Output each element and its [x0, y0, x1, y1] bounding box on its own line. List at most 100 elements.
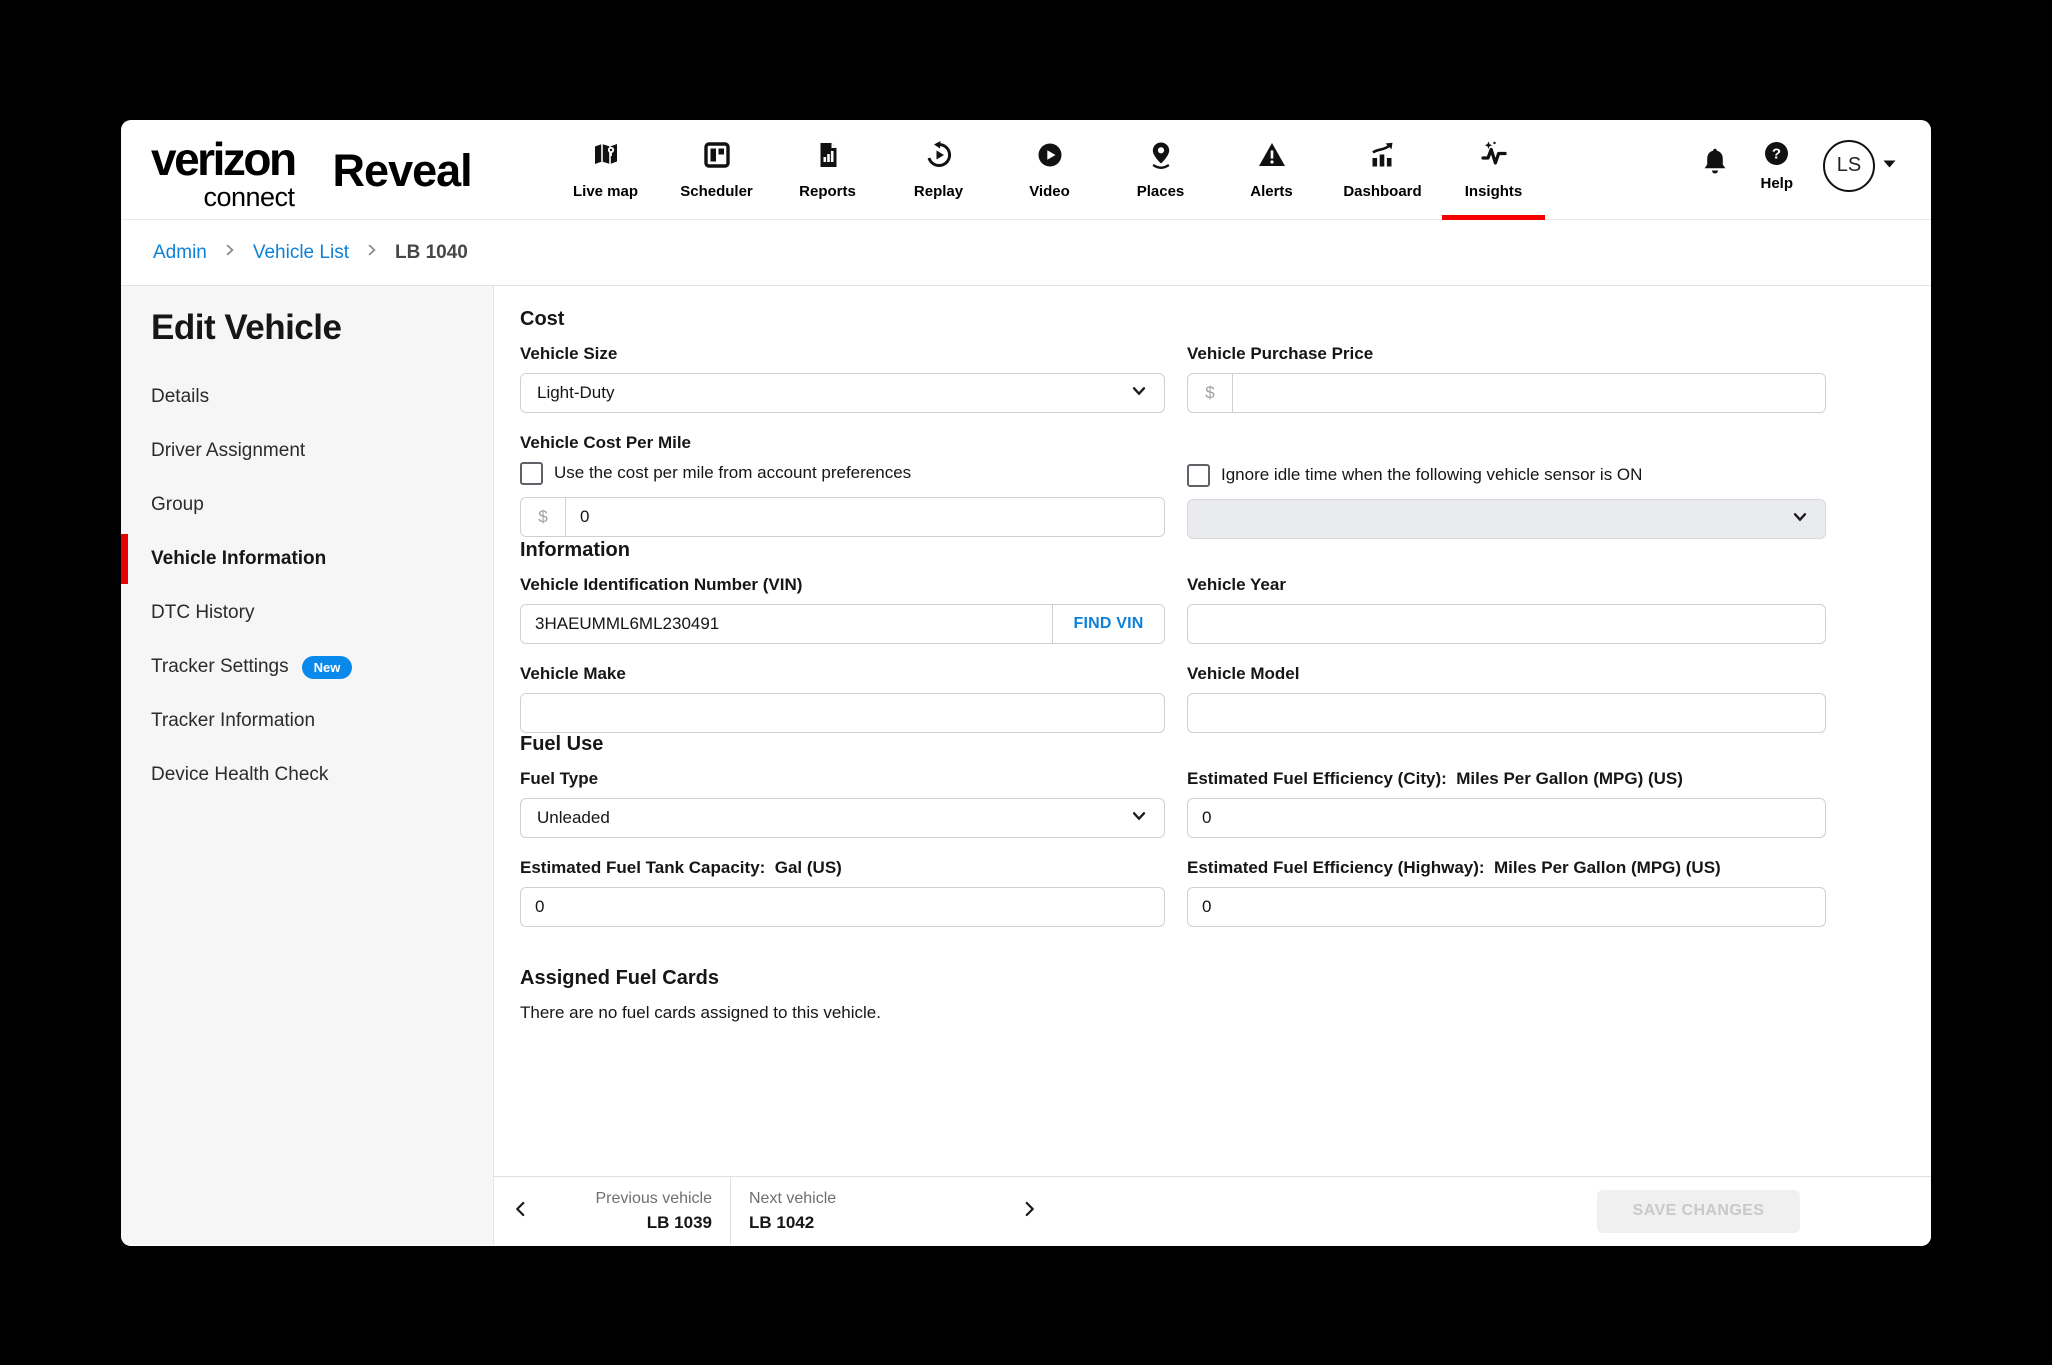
chevron-right-icon — [222, 242, 238, 263]
previous-vehicle-label: Previous vehicle — [596, 1190, 713, 1208]
next-vehicle-info[interactable]: Next vehicle LB 1042 — [731, 1177, 909, 1245]
nav-item-scheduler[interactable]: Scheduler — [661, 120, 772, 219]
sidebar-item-driver-assignment[interactable]: Driver Assignment — [121, 424, 493, 478]
idle-sensor-field: Ignore idle time when the following vehi… — [1187, 433, 1826, 539]
efficiency-highway-input[interactable] — [1187, 887, 1826, 927]
logo-connect-text: connect — [203, 184, 294, 211]
idle-checkbox-label: Ignore idle time when the following vehi… — [1221, 465, 1642, 485]
breadcrumb-admin-link[interactable]: Admin — [153, 242, 207, 264]
nav-label: Insights — [1465, 183, 1523, 200]
nav-label: Alerts — [1250, 183, 1293, 200]
sidebar-item-tracker-settings[interactable]: Tracker Settings New — [121, 640, 493, 694]
page-title: Edit Vehicle — [121, 308, 493, 348]
idle-sensor-select[interactable] — [1187, 499, 1826, 539]
sidebar-item-details[interactable]: Details — [121, 370, 493, 424]
sidebar-item-label: Vehicle Information — [151, 548, 326, 570]
sidebar-item-group[interactable]: Group — [121, 478, 493, 532]
verizon-wordmark: verizon connect — [151, 136, 295, 211]
sidebar-item-label: Details — [151, 386, 209, 408]
sidebar-item-label: Tracker Information — [151, 710, 315, 732]
nav-item-reports[interactable]: Reports — [772, 120, 883, 219]
cost-section-heading: Cost — [520, 308, 1931, 331]
nav-label: Places — [1137, 183, 1185, 200]
cost-per-mile-input[interactable] — [566, 498, 1164, 536]
fuel-cards-section-heading: Assigned Fuel Cards — [520, 967, 1931, 990]
vin-input-group: FIND VIN — [520, 604, 1165, 644]
fuel-row-1: Fuel Type Unleaded Estimated Fuel Effici… — [520, 769, 1931, 838]
nav-item-alerts[interactable]: Alerts — [1216, 120, 1327, 219]
video-icon — [1035, 140, 1065, 175]
nav-item-video[interactable]: Video — [994, 120, 1105, 219]
tank-capacity-label: Estimated Fuel Tank Capacity: Gal (US) — [520, 858, 1165, 878]
fuel-type-label: Fuel Type — [520, 769, 1165, 789]
efficiency-highway-label: Estimated Fuel Efficiency (Highway): Mil… — [1187, 858, 1826, 878]
sidebar-item-tracker-information[interactable]: Tracker Information — [121, 694, 493, 748]
previous-vehicle-info[interactable]: Previous vehicle LB 1039 — [548, 1177, 731, 1245]
breadcrumb-current: LB 1040 — [395, 242, 468, 264]
previous-vehicle-button[interactable] — [494, 1177, 548, 1245]
fuel-type-field: Fuel Type Unleaded — [520, 769, 1165, 838]
information-row-1: Vehicle Identification Number (VIN) FIND… — [520, 575, 1931, 644]
nav-label: Replay — [914, 183, 963, 200]
cost-per-mile-checkbox[interactable] — [520, 462, 543, 485]
places-icon — [1146, 140, 1176, 175]
cost-per-mile-group: $ — [520, 497, 1165, 537]
find-vin-button[interactable]: FIND VIN — [1052, 605, 1164, 643]
sidebar-item-vehicle-information[interactable]: Vehicle Information — [121, 532, 493, 586]
sidebar-item-label: Tracker Settings — [151, 656, 289, 678]
idle-checkbox-row: Ignore idle time when the following vehi… — [1187, 464, 1826, 486]
vin-input[interactable] — [521, 605, 1052, 643]
nav-label: Dashboard — [1343, 183, 1421, 200]
sidebar-item-label: Device Health Check — [151, 764, 328, 786]
new-badge: New — [302, 656, 353, 679]
fuel-cards-empty-text: There are no fuel cards assigned to this… — [520, 1003, 1931, 1023]
tank-capacity-input[interactable] — [520, 887, 1165, 927]
app-body: Edit Vehicle Details Driver Assignment G… — [121, 286, 1931, 1245]
previous-vehicle-name: LB 1039 — [647, 1213, 712, 1233]
fuel-type-select[interactable]: Unleaded — [520, 798, 1165, 838]
cost-per-mile-field: Vehicle Cost Per Mile Use the cost per m… — [520, 433, 1165, 539]
vin-field: Vehicle Identification Number (VIN) FIND… — [520, 575, 1165, 644]
tank-capacity-field: Estimated Fuel Tank Capacity: Gal (US) — [520, 858, 1165, 927]
vehicle-make-field: Vehicle Make — [520, 664, 1165, 733]
avatar: LS — [1823, 140, 1875, 192]
user-menu[interactable]: LS — [1823, 140, 1897, 192]
help-label: Help — [1760, 175, 1793, 192]
chevron-down-icon — [1130, 382, 1148, 405]
main-panel: Cost Vehicle Size Light-Duty Vehicle Pur… — [494, 286, 1931, 1245]
nav-label: Live map — [573, 183, 638, 200]
reports-icon — [813, 140, 843, 175]
nav-item-dashboard[interactable]: Dashboard — [1327, 120, 1438, 219]
notifications-bell-icon[interactable] — [1700, 147, 1730, 184]
efficiency-city-input[interactable] — [1187, 798, 1826, 838]
breadcrumb: Admin Vehicle List LB 1040 — [121, 220, 1931, 286]
next-vehicle-button[interactable] — [999, 1177, 1059, 1245]
nav-item-replay[interactable]: Replay — [883, 120, 994, 219]
efficiency-city-label: Estimated Fuel Efficiency (City): Miles … — [1187, 769, 1826, 789]
scheduler-icon — [702, 140, 732, 175]
purchase-price-input[interactable] — [1233, 374, 1825, 412]
sidebar-item-label: Driver Assignment — [151, 440, 305, 462]
breadcrumb-vehicle-list-link[interactable]: Vehicle List — [253, 242, 349, 264]
vehicle-make-input[interactable] — [520, 693, 1165, 733]
save-changes-button[interactable]: SAVE CHANGES — [1597, 1190, 1800, 1233]
vehicle-year-input[interactable] — [1187, 604, 1826, 644]
nav-item-places[interactable]: Places — [1105, 120, 1216, 219]
nav-item-live-map[interactable]: Live map — [550, 120, 661, 219]
vehicle-model-input[interactable] — [1187, 693, 1826, 733]
purchase-price-label: Vehicle Purchase Price — [1187, 344, 1826, 364]
nav-item-insights[interactable]: Insights — [1438, 120, 1549, 219]
next-vehicle-label: Next vehicle — [749, 1190, 836, 1208]
information-section-heading: Information — [520, 539, 1931, 562]
logo-verizon-text: verizon — [151, 136, 295, 182]
vehicle-size-select[interactable]: Light-Duty — [520, 373, 1165, 413]
chevron-down-icon — [1791, 508, 1809, 531]
help-button[interactable]: ? Help — [1760, 140, 1793, 192]
idle-checkbox[interactable] — [1187, 464, 1210, 487]
chevron-right-icon — [1020, 1199, 1038, 1224]
vehicle-year-label: Vehicle Year — [1187, 575, 1826, 595]
sidebar-item-device-health-check[interactable]: Device Health Check — [121, 748, 493, 802]
help-icon: ? — [1763, 140, 1790, 172]
pager-footer: Previous vehicle LB 1039 Next vehicle LB… — [494, 1176, 1931, 1245]
sidebar-item-dtc-history[interactable]: DTC History — [121, 586, 493, 640]
